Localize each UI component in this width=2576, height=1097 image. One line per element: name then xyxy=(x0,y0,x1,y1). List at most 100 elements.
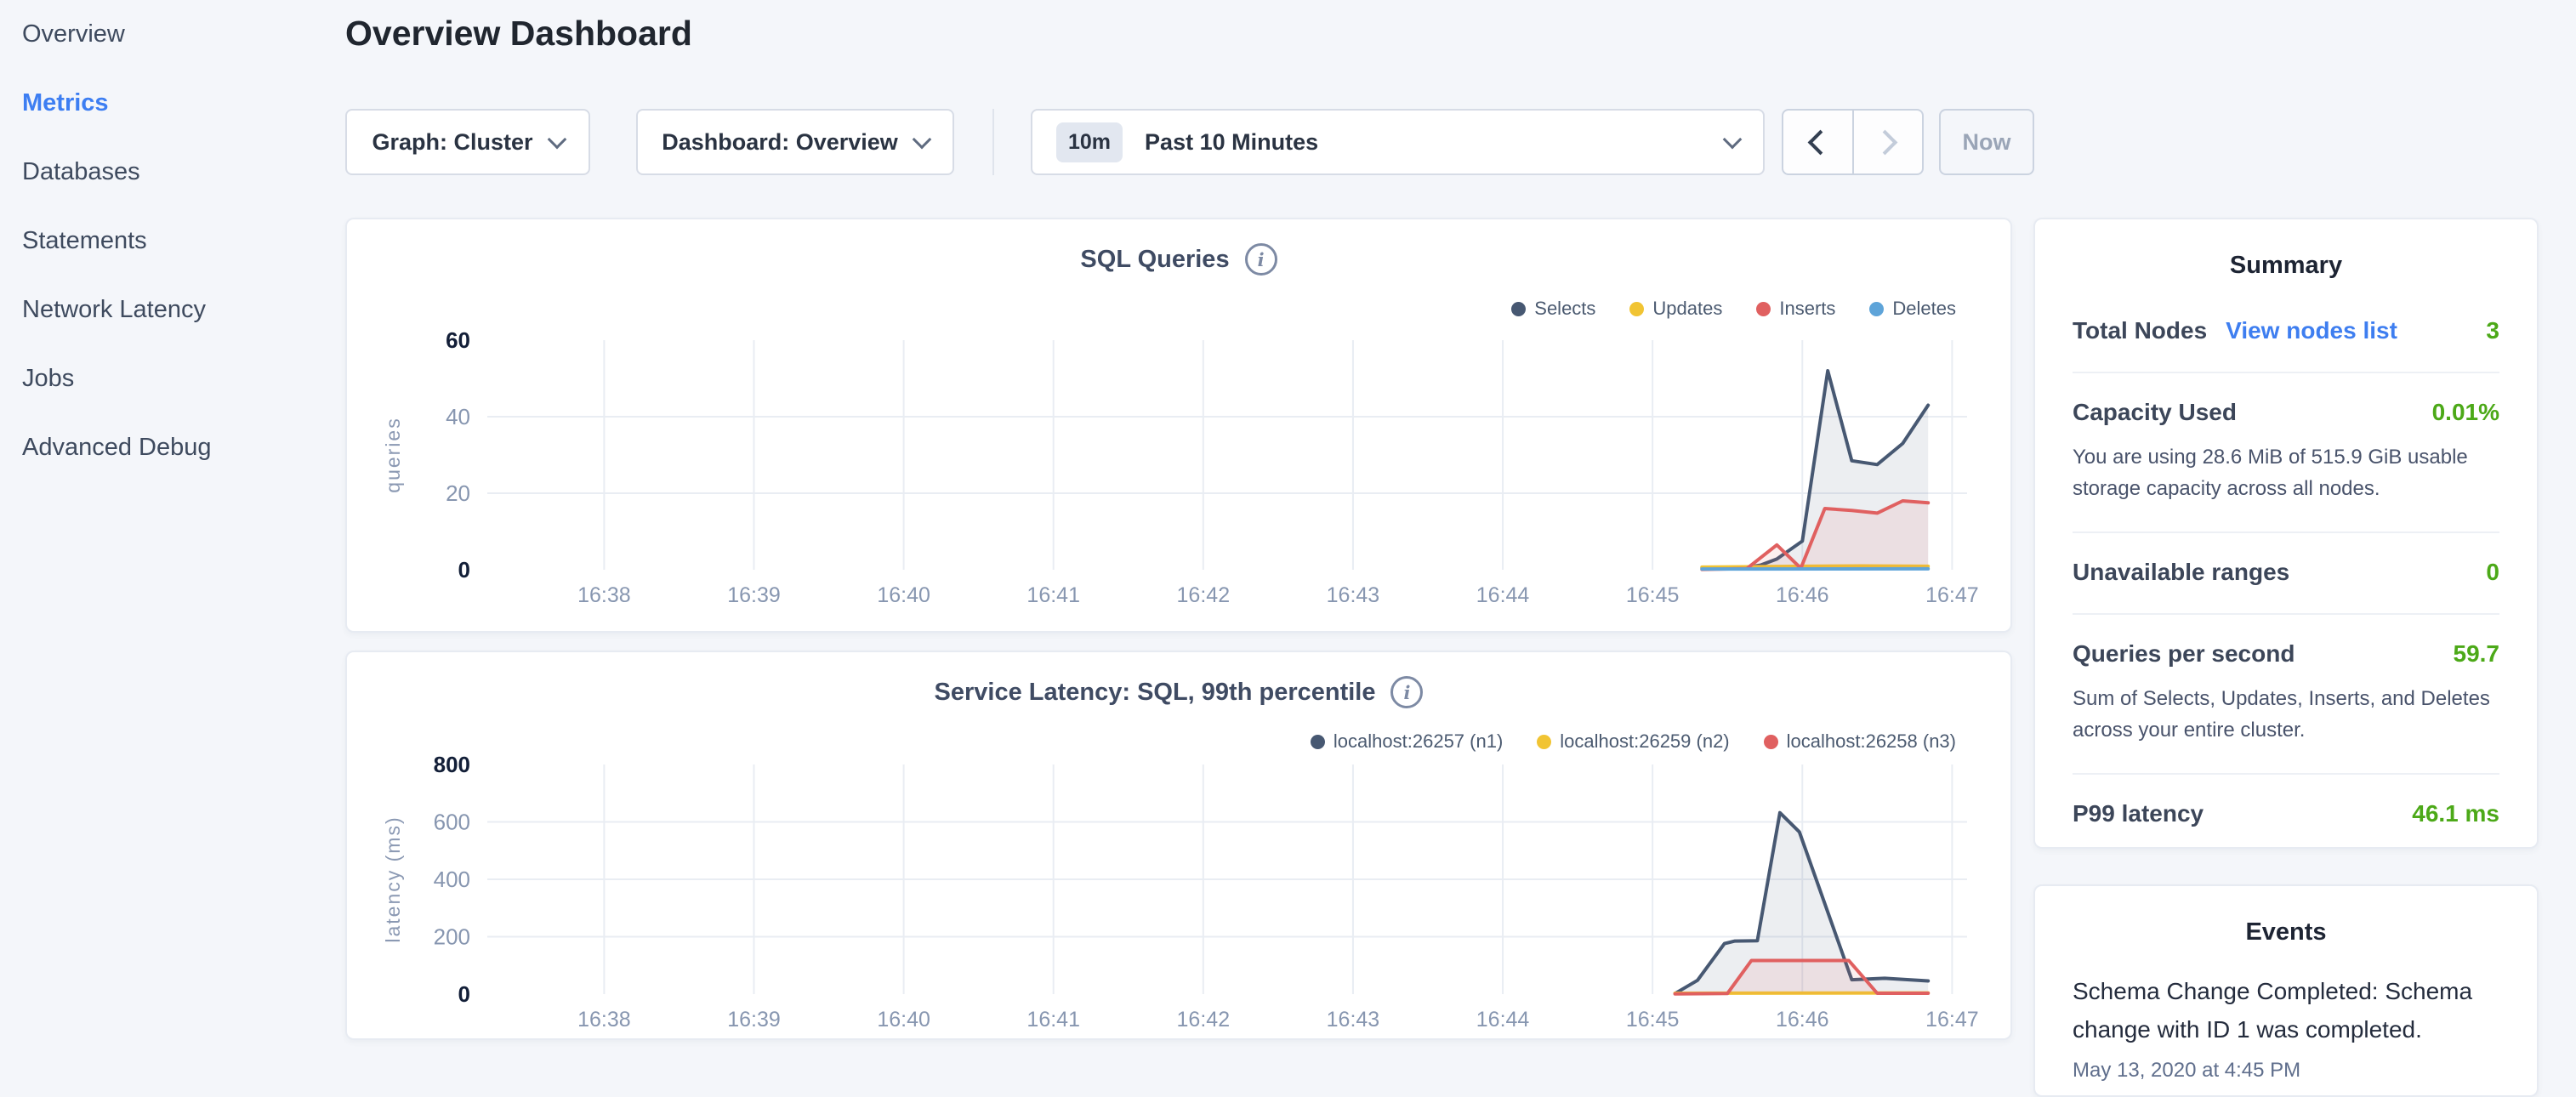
event-timestamp: May 13, 2020 at 4:45 PM xyxy=(2073,1059,2499,1083)
svg-text:16:45: 16:45 xyxy=(1626,1008,1680,1032)
time-range-label: Past 10 Minutes xyxy=(1145,129,1318,156)
capacity-used-value: 0.01% xyxy=(2432,399,2499,426)
legend-dot xyxy=(1869,302,1884,316)
svg-text:16:41: 16:41 xyxy=(1026,583,1080,607)
sidebar-item-metrics[interactable]: Metrics xyxy=(0,69,323,138)
event-message: Schema Change Completed: Schema change w… xyxy=(2073,972,2499,1049)
legend-item: localhost:26258 (n3) xyxy=(1764,730,1956,753)
dashboard-dropdown-label: Dashboard: Overview xyxy=(662,129,898,156)
sql-queries-chart-card: SQL Queries i SelectsUpdatesInsertsDelet… xyxy=(345,218,2012,633)
svg-text:16:47: 16:47 xyxy=(1925,583,1979,607)
legend-item: Deletes xyxy=(1869,298,1956,320)
svg-text:200: 200 xyxy=(434,924,470,950)
summary-title: Summary xyxy=(2035,252,2537,280)
svg-text:16:42: 16:42 xyxy=(1177,583,1231,607)
sidebar-item-advanced-debug[interactable]: Advanced Debug xyxy=(0,413,323,482)
sql-queries-chart-plot[interactable]: 16:3816:3916:4016:4116:4216:4316:4416:45… xyxy=(355,332,1997,612)
graph-dropdown[interactable]: Graph: Cluster xyxy=(345,109,590,175)
summary-row-total-nodes: Total Nodes View nodes list 3 xyxy=(2073,292,2499,372)
time-range-picker[interactable]: 10m Past 10 Minutes xyxy=(1031,109,1765,175)
legend-dot xyxy=(1537,735,1551,749)
svg-text:16:41: 16:41 xyxy=(1026,1008,1080,1032)
events-panel: Events Schema Change Completed: Schema c… xyxy=(2033,884,2539,1097)
legend-dot xyxy=(1311,735,1325,749)
total-nodes-value: 3 xyxy=(2486,317,2499,344)
chevron-right-icon xyxy=(1873,129,1898,155)
p99-latency-label: P99 latency xyxy=(2073,800,2204,827)
chevron-down-icon xyxy=(912,130,931,150)
legend-dot xyxy=(1764,735,1778,749)
chart-title: Service Latency: SQL, 99th percentile xyxy=(935,679,1376,707)
svg-text:40: 40 xyxy=(446,404,470,429)
time-pager xyxy=(1782,109,1924,175)
now-button-label: Now xyxy=(1963,129,2011,156)
svg-text:16:42: 16:42 xyxy=(1177,1008,1231,1032)
svg-text:0: 0 xyxy=(458,557,470,583)
capacity-used-label: Capacity Used xyxy=(2073,399,2237,426)
time-range-badge: 10m xyxy=(1056,122,1123,162)
svg-text:16:43: 16:43 xyxy=(1327,1008,1380,1032)
svg-text:16:40: 16:40 xyxy=(877,1008,930,1032)
sidebar-item-jobs[interactable]: Jobs xyxy=(0,344,323,413)
summary-row-capacity: Capacity Used 0.01% You are using 28.6 M… xyxy=(2073,372,2499,531)
svg-text:16:38: 16:38 xyxy=(577,583,631,607)
sidebar-item-network-latency[interactable]: Network Latency xyxy=(0,276,323,344)
svg-text:16:39: 16:39 xyxy=(727,583,781,607)
svg-text:600: 600 xyxy=(434,810,470,835)
summary-row-p99-latency: P99 latency 46.1 ms xyxy=(2073,773,2499,855)
sidebar-item-overview[interactable]: Overview xyxy=(0,0,323,69)
svg-text:16:39: 16:39 xyxy=(727,1008,781,1032)
qps-value: 59.7 xyxy=(2454,640,2500,668)
chart-title: SQL Queries xyxy=(1080,246,1229,274)
service-latency-chart-card: Service Latency: SQL, 99th percentile i … xyxy=(345,651,2012,1040)
total-nodes-label: Total Nodes xyxy=(2073,317,2207,344)
qps-label: Queries per second xyxy=(2073,640,2295,668)
chart-svg: 16:3816:3916:4016:4116:4216:4316:4416:45… xyxy=(355,756,1997,1037)
chevron-down-icon xyxy=(1723,130,1743,150)
chevron-left-icon xyxy=(1807,129,1833,155)
svg-text:16:46: 16:46 xyxy=(1776,583,1829,607)
chevron-down-icon xyxy=(547,130,566,150)
chart-legend: SelectsUpdatesInsertsDeletes xyxy=(1511,298,1956,320)
info-icon[interactable]: i xyxy=(1245,243,1277,276)
events-title: Events xyxy=(2035,918,2537,946)
now-button[interactable]: Now xyxy=(1939,109,2034,175)
legend-item: localhost:26259 (n2) xyxy=(1537,730,1729,753)
qps-subtext: Sum of Selects, Updates, Inserts, and De… xyxy=(2073,683,2499,746)
chart-legend: localhost:26257 (n1) localhost:26259 (n2)… xyxy=(1311,730,1956,753)
page-title: Overview Dashboard xyxy=(345,14,692,54)
view-nodes-list-link[interactable]: View nodes list xyxy=(2226,317,2397,344)
y-axis-label: queries xyxy=(382,417,404,492)
svg-text:16:44: 16:44 xyxy=(1476,1008,1530,1032)
svg-text:16:44: 16:44 xyxy=(1476,583,1530,607)
dashboard-dropdown[interactable]: Dashboard: Overview xyxy=(636,109,954,175)
svg-text:0: 0 xyxy=(458,981,470,1007)
svg-text:16:40: 16:40 xyxy=(877,583,930,607)
sidebar-item-databases[interactable]: Databases xyxy=(0,138,323,207)
p99-latency-value: 46.1 ms xyxy=(2412,800,2499,827)
toolbar-divider xyxy=(992,109,994,175)
summary-panel: Summary Total Nodes View nodes list 3 Ca… xyxy=(2033,218,2539,849)
legend-dot xyxy=(1511,302,1526,316)
sidebar-item-statements[interactable]: Statements xyxy=(0,207,323,276)
legend-item: Updates xyxy=(1629,298,1722,320)
chart-svg: 16:3816:3916:4016:4116:4216:4316:4416:45… xyxy=(355,332,1997,612)
legend-item: localhost:26257 (n1) xyxy=(1311,730,1503,753)
y-axis-label: latency (ms) xyxy=(382,816,404,942)
svg-text:16:46: 16:46 xyxy=(1776,1008,1829,1032)
svg-text:16:45: 16:45 xyxy=(1626,583,1680,607)
info-icon[interactable]: i xyxy=(1390,676,1423,708)
svg-text:20: 20 xyxy=(446,480,470,506)
next-interval-button[interactable] xyxy=(1854,111,1923,173)
svg-text:16:47: 16:47 xyxy=(1925,1008,1979,1032)
svg-text:800: 800 xyxy=(434,756,470,777)
graph-dropdown-label: Graph: Cluster xyxy=(372,129,532,156)
svg-text:60: 60 xyxy=(446,332,470,353)
unavailable-ranges-value: 0 xyxy=(2486,559,2499,586)
summary-row-qps: Queries per second 59.7 Sum of Selects, … xyxy=(2073,613,2499,773)
prev-interval-button[interactable] xyxy=(1783,111,1854,173)
sidebar: OverviewMetricsDatabasesStatementsNetwor… xyxy=(0,0,323,482)
service-latency-chart-plot[interactable]: 16:3816:3916:4016:4116:4216:4316:4416:45… xyxy=(355,756,1997,1037)
capacity-used-subtext: You are using 28.6 MiB of 515.9 GiB usab… xyxy=(2073,441,2499,504)
legend-dot xyxy=(1756,302,1771,316)
